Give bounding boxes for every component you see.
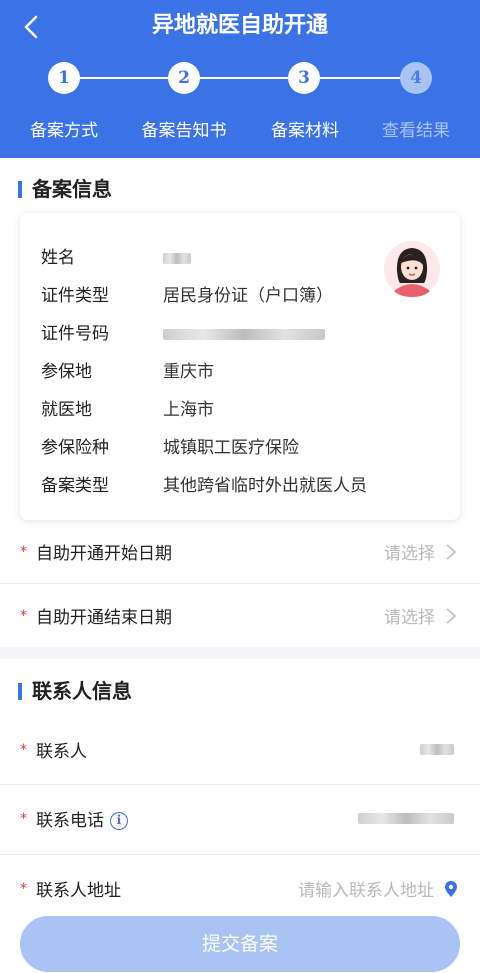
step-2-number: 2 — [168, 62, 200, 94]
info-circle-icon[interactable]: i — [110, 812, 128, 830]
header-bar: 异地就医自助开通 1 2 3 4 备案方式 备案告知书 备案材料 查看结果 — [0, 0, 480, 158]
start-date-label: 自助开通开始日期 — [36, 544, 172, 564]
end-date-picker[interactable]: 请选择 — [384, 603, 435, 628]
divider — [0, 583, 480, 584]
contact-phone-label: 联系电话 i — [36, 806, 128, 831]
contact-phone-value-redacted[interactable] — [358, 813, 454, 824]
section-gap — [0, 647, 480, 659]
step-4-label: 查看结果 — [382, 121, 450, 141]
end-date-row[interactable]: * 自助开通结束日期 请选择 — [0, 585, 480, 647]
chevron-right-icon — [444, 607, 458, 625]
step-2-label: 备案告知书 — [141, 121, 227, 141]
contact-address-label: 联系人地址 — [36, 881, 121, 901]
step-4-number: 4 — [400, 62, 432, 94]
step-1-number: 1 — [48, 62, 80, 94]
contact-address-row[interactable]: * 联系人地址 请输入联系人地址 — [0, 858, 480, 920]
info-row-insurance-type: 参保险种 城镇职工医疗保险 — [41, 438, 299, 458]
end-date-label: 自助开通结束日期 — [36, 608, 172, 628]
info-row-id-type: 证件类型 居民身份证（户口簿） — [41, 286, 333, 306]
step-connector — [80, 77, 168, 79]
info-row-record-type: 备案类型 其他跨省临时外出就医人员 — [41, 476, 367, 496]
start-date-row[interactable]: * 自助开通开始日期 请选择 — [0, 521, 480, 583]
step-connector — [320, 77, 400, 79]
section-accent-bar — [18, 683, 22, 700]
page-title: 异地就医自助开通 — [151, 13, 328, 38]
step-1-label: 备案方式 — [30, 121, 98, 141]
contact-name-label: 联系人 — [36, 742, 87, 762]
info-row-name: 姓名 — [41, 243, 191, 268]
record-info-card: 姓名 证件类型 居民身份证（户口簿） 证件号码 参保地 重庆市 就医地 上海市 参保险… — [20, 213, 460, 520]
section-accent-bar — [18, 181, 22, 198]
id-number-value-redacted — [163, 328, 325, 340]
divider — [0, 784, 480, 785]
info-row-insured-place: 参保地 重庆市 — [41, 362, 214, 382]
start-date-picker[interactable]: 请选择 — [384, 539, 435, 564]
location-pin-icon[interactable] — [444, 880, 458, 898]
contact-address-input[interactable]: 请输入联系人地址 — [298, 876, 434, 901]
contact-name-value-redacted[interactable] — [420, 744, 454, 755]
info-row-id-number: 证件号码 — [41, 319, 325, 344]
step-3-label: 备案材料 — [271, 121, 339, 141]
info-row-treatment-place: 就医地 上海市 — [41, 400, 214, 420]
record-section-title: 备案信息 — [18, 173, 112, 202]
step-3-number: 3 — [288, 62, 320, 94]
contact-phone-row[interactable]: * 联系电话 i — [0, 788, 480, 850]
female-avatar-icon — [384, 241, 440, 297]
contact-name-row[interactable]: * 联系人 — [0, 719, 480, 781]
chevron-right-icon — [444, 543, 458, 561]
step-connector — [200, 77, 288, 79]
name-value-redacted — [163, 252, 191, 264]
contact-section-title: 联系人信息 — [18, 675, 132, 704]
submit-button[interactable]: 提交备案 — [20, 916, 460, 972]
divider — [0, 854, 480, 855]
